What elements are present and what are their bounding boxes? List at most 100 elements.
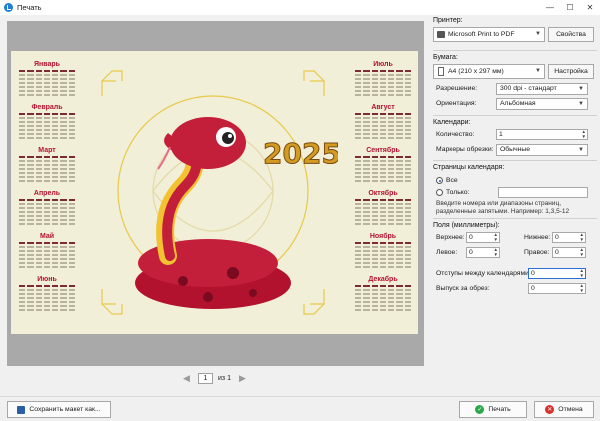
margins-label: Поля (миллиметры):: [433, 222, 500, 229]
spin-icon: ▲ ▼: [579, 283, 584, 293]
calendar-month: Ноябрь: [351, 233, 415, 276]
calendar-months-left: Январь Февраль Март Апрель Май Июнь: [15, 61, 79, 319]
margin-left-input[interactable]: 0 ▲ ▼: [466, 247, 500, 258]
month-day-grid: [351, 113, 415, 140]
month-day-grid: [15, 199, 79, 226]
spin-icon: ▲ ▼: [581, 129, 586, 139]
chevron-down-icon: ▼: [535, 68, 541, 74]
month-name: Октябрь: [368, 190, 398, 197]
resolution-label: Разрешение:: [436, 85, 478, 92]
page-navigation: ◀ 1 из 1 ▶: [180, 373, 249, 384]
maximize-button[interactable]: ☐: [560, 0, 580, 15]
snake-head: [157, 117, 246, 170]
snake-artwork: 2025: [101, 70, 338, 315]
bleed-value: 0: [531, 285, 535, 292]
margin-bottom-label: Нижнее:: [524, 234, 551, 241]
month-day-grid: [351, 199, 415, 226]
pages-only-label: Только:: [446, 189, 470, 196]
calendar-months-right: Июль Август Сентябрь Октябрь Ноябрь Декабрь: [351, 61, 415, 319]
month-day-grid: [15, 285, 79, 312]
pages-only-input[interactable]: [498, 187, 588, 198]
crop-marks-label: Маркеры обрезки:: [436, 146, 494, 153]
paper-label: Бумага:: [433, 54, 458, 61]
spin-icon: ▲ ▼: [579, 232, 584, 242]
month-name: Февраль: [31, 104, 63, 111]
title-bar: Печать — ☐ ✕: [0, 0, 600, 15]
chevron-down-icon: ▼: [578, 86, 584, 92]
paper-value: A4 (210 x 297 мм): [448, 68, 504, 75]
pages-all-radio[interactable]: [436, 177, 443, 184]
save-layout-label: Сохранить макет как...: [29, 406, 101, 413]
printer-icon: [437, 31, 445, 38]
snake-body: [135, 137, 291, 309]
month-name: Сентябрь: [366, 147, 400, 154]
printer-label: Принтер:: [433, 17, 463, 24]
paper-select[interactable]: A4 (210 x 297 мм) ▼: [433, 64, 545, 79]
count-stepper[interactable]: 1 ▲ ▼: [496, 129, 588, 140]
calendar-gap-input[interactable]: 0 ▲ ▼: [528, 268, 586, 279]
chevron-down-icon: ▼: [578, 147, 584, 153]
count-label: Количество:: [436, 131, 475, 138]
page-number-input[interactable]: 1: [198, 373, 213, 384]
printer-value: Microsoft Print to PDF: [448, 31, 515, 38]
bottom-bar: Сохранить макет как... ✓ Печать ✕ Отмена: [0, 396, 600, 421]
cancel-x-icon: ✕: [545, 405, 555, 414]
spin-icon: ▲ ▼: [579, 247, 584, 257]
margin-right-value: 0: [555, 249, 559, 256]
margin-bottom-input[interactable]: 0 ▲ ▼: [552, 232, 586, 243]
pages-all-label: Все: [446, 177, 458, 184]
margin-right-input[interactable]: 0 ▲ ▼: [552, 247, 586, 258]
month-day-grid: [15, 113, 79, 140]
separator: [433, 160, 597, 161]
minimize-button[interactable]: —: [540, 0, 560, 15]
month-day-grid: [351, 242, 415, 269]
calendar-month: Февраль: [15, 104, 79, 147]
cancel-button[interactable]: ✕ Отмена: [534, 401, 594, 418]
orientation-value: Альбомная: [500, 100, 536, 107]
settings-panel: Принтер: Microsoft Print to PDF ▼ Свойст…: [430, 15, 600, 396]
count-value: 1: [499, 131, 503, 138]
printer-properties-button[interactable]: Свойства: [548, 27, 594, 42]
calendar-gap-label: Отступы между календарями:: [436, 270, 531, 277]
separator: [433, 50, 597, 51]
orientation-select[interactable]: Альбомная ▼: [496, 98, 588, 110]
margin-top-label: Верхнее:: [436, 234, 465, 241]
month-day-grid: [15, 242, 79, 269]
print-button[interactable]: ✓ Печать: [459, 401, 527, 418]
resolution-value: 300 dpi - стандарт: [500, 85, 557, 92]
calendar-month: Январь: [15, 61, 79, 104]
bleed-label: Выпуск за обрез:: [436, 285, 490, 292]
year-text: 2025: [263, 137, 338, 170]
printer-select[interactable]: Microsoft Print to PDF ▼: [433, 27, 545, 42]
paper-setup-button[interactable]: Настройка: [548, 64, 594, 79]
save-layout-button[interactable]: Сохранить макет как...: [7, 401, 111, 418]
arrow-left-icon[interactable]: ◀: [180, 373, 193, 384]
save-disk-icon: [17, 405, 26, 414]
resolution-select[interactable]: 300 dpi - стандарт ▼: [496, 83, 588, 95]
calendar-month: Октябрь: [351, 190, 415, 233]
month-name: Ноябрь: [369, 233, 397, 240]
month-name: Апрель: [33, 190, 61, 197]
margin-top-input[interactable]: 0 ▲ ▼: [466, 232, 500, 243]
window-title: Печать: [17, 3, 42, 12]
margin-left-value: 0: [469, 249, 473, 256]
margin-bottom-value: 0: [555, 234, 559, 241]
calendar-gap-value: 0: [531, 270, 535, 277]
month-day-grid: [351, 285, 415, 312]
app-check-icon: [4, 3, 13, 12]
margin-left-label: Левое:: [436, 249, 458, 256]
print-label: Печать: [488, 406, 511, 413]
bleed-input[interactable]: 0 ▲ ▼: [528, 283, 586, 294]
separator: [433, 218, 597, 219]
pages-only-radio[interactable]: [436, 189, 443, 196]
calendar-month: Август: [351, 104, 415, 147]
month-name: Март: [38, 147, 56, 154]
calendar-month: Март: [15, 147, 79, 190]
month-day-grid: [351, 156, 415, 183]
close-button[interactable]: ✕: [580, 0, 600, 15]
month-name: Август: [371, 104, 395, 111]
arrow-right-icon[interactable]: ▶: [236, 373, 249, 384]
margin-top-value: 0: [469, 234, 473, 241]
crop-marks-select[interactable]: Обычные ▼: [496, 144, 588, 156]
month-day-grid: [15, 70, 79, 97]
